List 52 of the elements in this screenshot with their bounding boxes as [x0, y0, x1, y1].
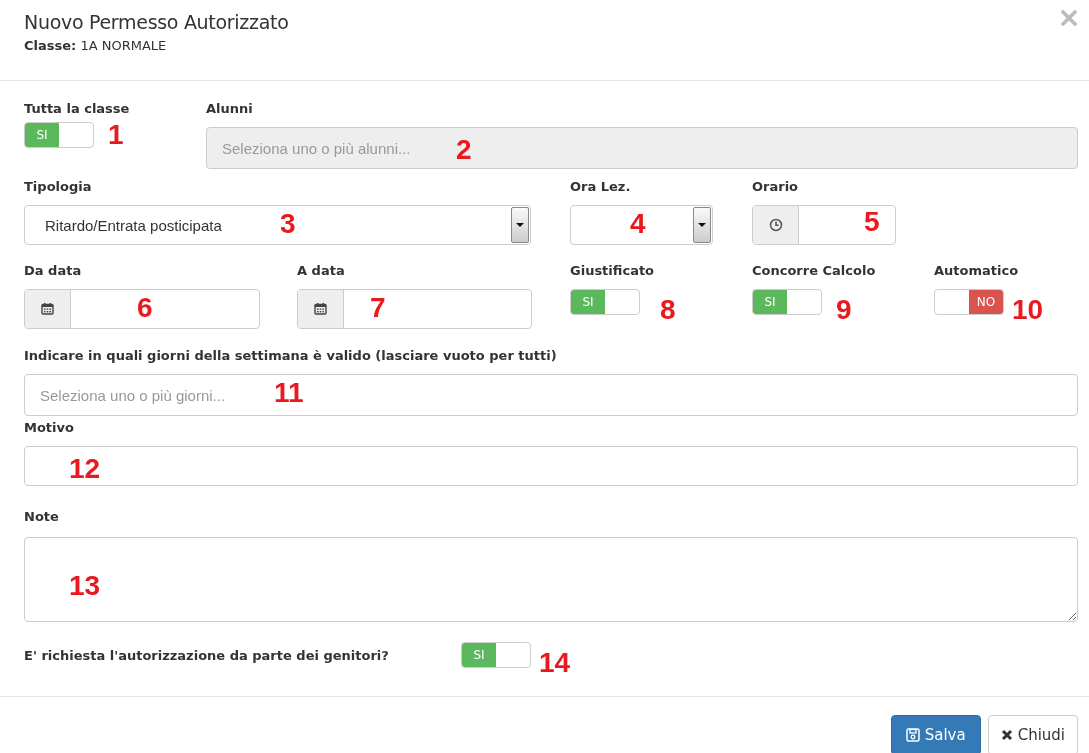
field-label: Orario	[752, 178, 800, 196]
annotation-number: 3	[280, 207, 296, 241]
toggle-switch[interactable]: SI	[570, 289, 640, 315]
annotation-number: 5	[864, 205, 880, 239]
field-label: Motivo	[24, 419, 75, 437]
annotation-number: 13	[69, 569, 101, 603]
field-label: Note	[24, 508, 60, 526]
field-label: Tutta la classe	[24, 100, 131, 118]
caret-icon	[516, 223, 524, 227]
annotation-number: 9	[836, 293, 852, 327]
annotation-number: 7	[370, 291, 386, 325]
select-field[interactable]	[570, 205, 713, 245]
text-area[interactable]	[24, 537, 1078, 622]
annotation-number: 6	[137, 291, 153, 325]
close-button[interactable]: Chiudi	[987, 715, 1078, 753]
field-label: Concorre Calcolo	[752, 262, 877, 280]
annotation-number: 11	[274, 376, 304, 410]
annotation-number: 12	[69, 452, 101, 486]
close-button[interactable]	[1060, 10, 1078, 28]
caret-icon	[698, 223, 706, 227]
toggle-switch[interactable]: NO	[934, 289, 1004, 315]
input-field[interactable]	[24, 289, 260, 329]
field-label: Automatico	[934, 262, 1020, 280]
field-label: Ora Lez.	[570, 178, 632, 196]
calendar-icon	[313, 302, 328, 316]
field-label: Alunni	[206, 100, 254, 118]
annotation-number: 4	[630, 207, 646, 241]
field-label: Indicare in quali giorni della settimana è valido (lasciare vuoto per tutti)	[24, 347, 558, 365]
field-label: Tipologia	[24, 178, 93, 196]
input-field[interactable]	[24, 446, 1078, 486]
field-label: Giustificato	[570, 262, 656, 280]
annotation-number: 1	[108, 118, 124, 152]
question-label: E' richiesta l'autorizzazione da parte dei genitori?	[24, 647, 390, 663]
input-field[interactable]	[297, 289, 532, 329]
annotation-number: 2	[456, 133, 472, 167]
annotation-number: 10	[1012, 293, 1044, 327]
field-label: Da data	[24, 262, 83, 280]
save-button[interactable]: Salva	[890, 715, 981, 753]
close-icon	[1061, 10, 1077, 26]
annotation-number: 8	[660, 293, 676, 327]
close-icon	[1000, 729, 1013, 741]
toggle-switch[interactable]: SI	[24, 122, 94, 148]
field-label: A data	[297, 262, 346, 280]
toggle-switch[interactable]: SI	[752, 289, 822, 315]
clock-icon	[768, 218, 783, 232]
toggle-switch[interactable]: SI	[461, 642, 531, 668]
save-icon	[905, 728, 920, 742]
input-field[interactable]	[752, 205, 896, 245]
dialog-title: Nuovo Permesso Autorizzato	[24, 11, 289, 33]
class-subtitle: Classe: 1A NORMALE	[24, 38, 168, 53]
annotation-number: 14	[539, 646, 571, 680]
calendar-icon	[40, 302, 55, 316]
